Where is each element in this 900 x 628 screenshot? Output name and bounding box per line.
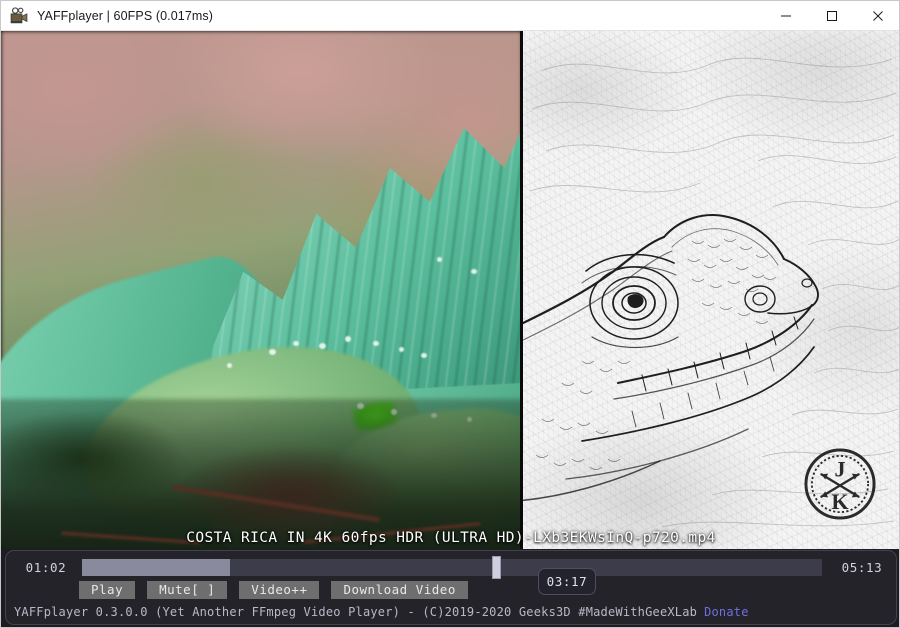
progress-row: 01:02 05:13 <box>6 555 896 579</box>
video-surface[interactable]: J K COSTA RICA IN 4K 60fps HDR (ULTRA HD… <box>1 31 899 549</box>
status-text: YAFFplayer 0.3.0.0 (Yet Another FFmpeg V… <box>14 605 698 619</box>
seek-time-tooltip: 03:17 <box>538 568 596 595</box>
player-controls-panel: 01:02 05:13 Play Mute[ ] Video++ Downloa… <box>5 550 897 625</box>
seek-bar[interactable] <box>82 555 822 579</box>
video-plus-button[interactable]: Video++ <box>239 581 320 599</box>
yaffplayer-window: YAFFplayer | 60FPS (0.017ms) J K COSTA R… <box>0 0 900 628</box>
total-time-label: 05:13 <box>841 559 883 575</box>
video-filename-overlay: COSTA RICA IN 4K 60fps HDR (ULTRA HD)-LX… <box>1 527 899 549</box>
svg-text:K: K <box>831 489 849 514</box>
seek-bar-fill <box>82 558 230 576</box>
svg-text:J: J <box>834 457 845 482</box>
transport-buttons: Play Mute[ ] Video++ Download Video <box>79 581 468 599</box>
movie-camera-icon <box>10 6 28 23</box>
mute-button[interactable]: Mute[ ] <box>147 581 228 599</box>
window-title: YAFFplayer | 60FPS (0.017ms) <box>37 8 214 23</box>
minimize-icon <box>781 15 791 16</box>
donate-link[interactable]: Donate <box>704 605 749 619</box>
maximize-button[interactable] <box>809 1 855 31</box>
video-pane-original <box>1 31 522 549</box>
minimize-button[interactable] <box>763 1 809 31</box>
window-controls <box>763 1 899 31</box>
maximize-icon <box>827 10 837 21</box>
titlebar: YAFFplayer | 60FPS (0.017ms) <box>1 1 899 31</box>
close-icon <box>873 10 883 21</box>
close-button[interactable] <box>855 1 899 31</box>
video-filename: COSTA RICA IN 4K 60fps HDR (ULTRA HD)-LX… <box>186 530 716 546</box>
seek-bar-handle[interactable] <box>492 555 502 579</box>
jk-watermark-logo: J K <box>804 448 876 520</box>
seek-tooltip-label: 03:17 <box>546 574 588 589</box>
split-divider <box>520 31 523 549</box>
current-time-label: 01:02 <box>25 559 67 575</box>
status-bar: YAFFplayer 0.3.0.0 (Yet Another FFmpeg V… <box>14 605 749 619</box>
download-video-button[interactable]: Download Video <box>331 581 468 599</box>
play-button[interactable]: Play <box>79 581 136 599</box>
